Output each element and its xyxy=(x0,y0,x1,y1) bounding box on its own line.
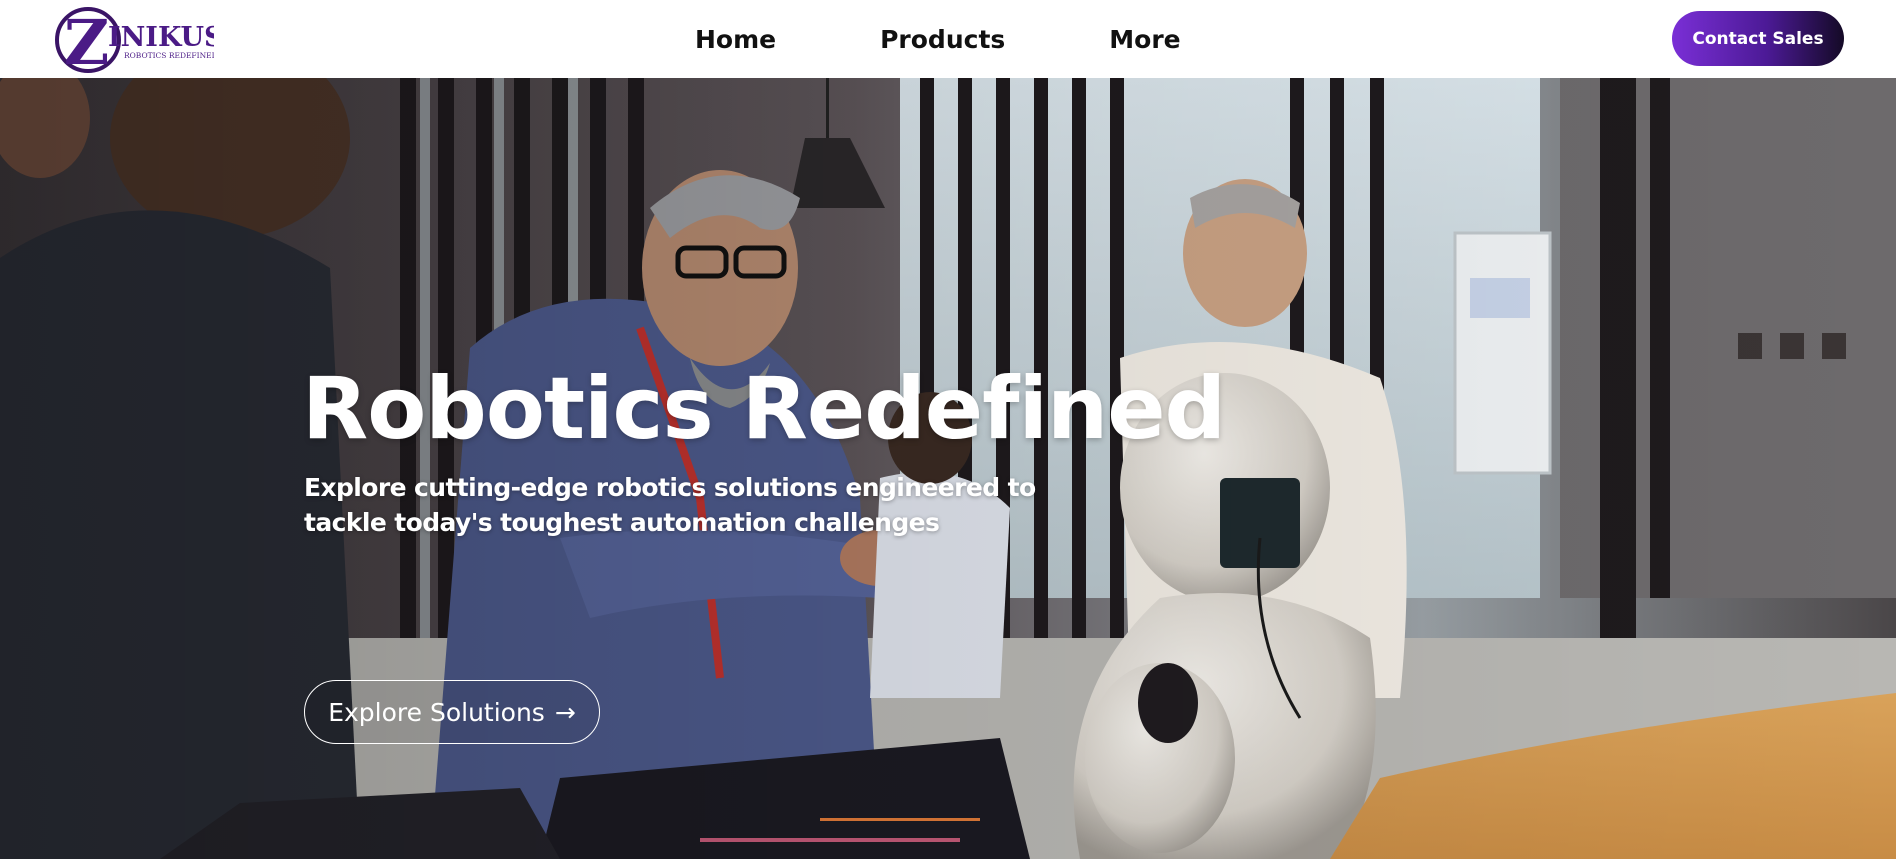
hero-subtitle: Explore cutting-edge robotics solutions … xyxy=(304,473,1036,537)
brand-logo[interactable]: Z INIKUS ROBOTICS REDEFINED xyxy=(54,4,214,74)
svg-text:ROBOTICS REDEFINED: ROBOTICS REDEFINED xyxy=(124,51,214,60)
contact-sales-button[interactable]: Contact Sales xyxy=(1672,11,1844,66)
nav-item-products[interactable]: Products xyxy=(880,25,1005,54)
hero-section: Robotics Redefined Explore cutting-edge … xyxy=(0,78,1896,859)
hero-overlay xyxy=(0,78,1896,859)
arrow-right-icon: → xyxy=(554,697,576,727)
main-nav: Home Products More xyxy=(695,0,1181,78)
nav-item-more[interactable]: More xyxy=(1109,25,1180,54)
hero-title: Robotics Redefined xyxy=(302,359,1226,459)
svg-text:Z: Z xyxy=(64,6,109,74)
explore-solutions-label: Explore Solutions xyxy=(328,697,545,727)
site-header: Z INIKUS ROBOTICS REDEFINED Home Product… xyxy=(0,0,1896,78)
page: Z INIKUS ROBOTICS REDEFINED Home Product… xyxy=(0,0,1896,859)
explore-solutions-button[interactable]: Explore Solutions → xyxy=(304,680,600,744)
nav-item-home[interactable]: Home xyxy=(695,25,776,54)
svg-text:INIKUS: INIKUS xyxy=(108,22,214,53)
